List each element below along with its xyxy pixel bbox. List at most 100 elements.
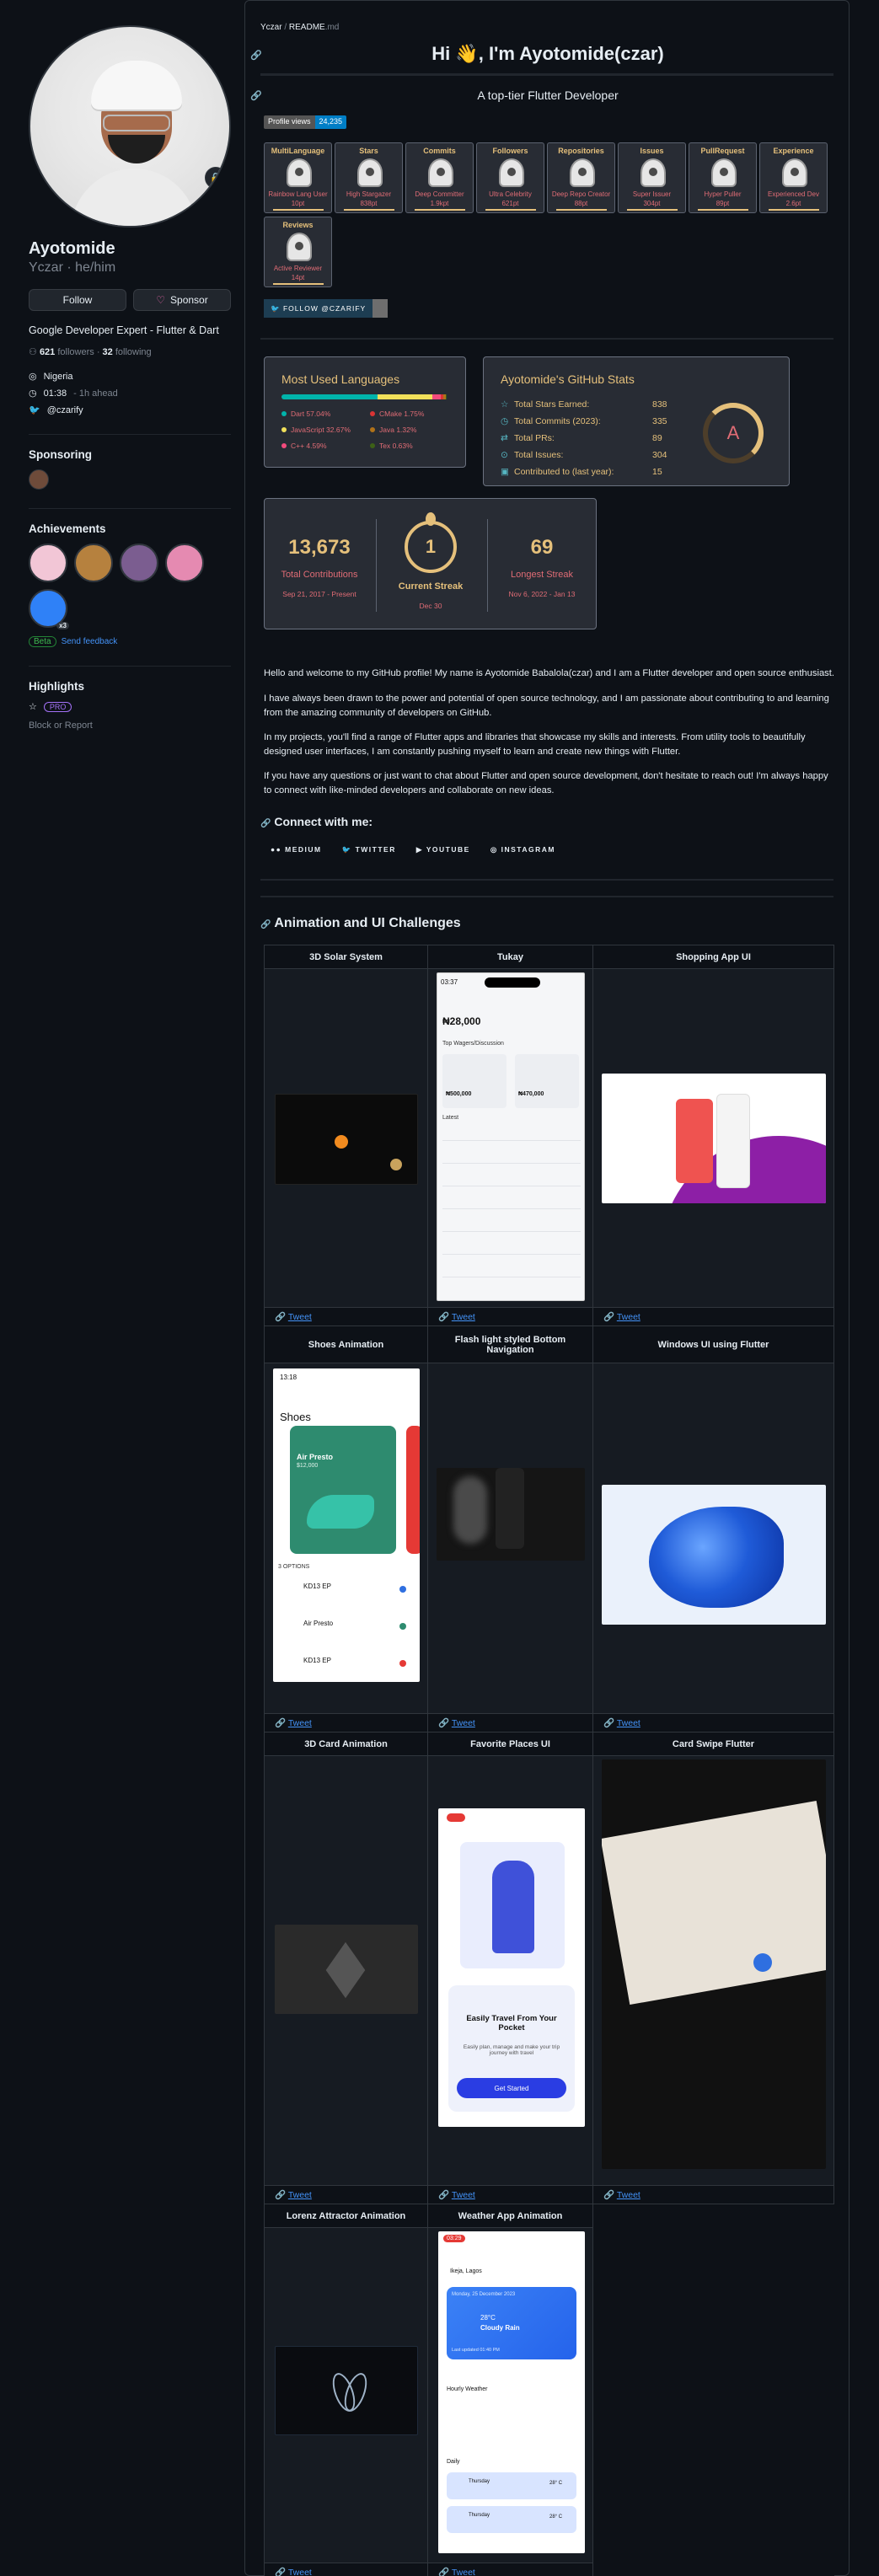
solar-system-preview[interactable] <box>264 968 428 1308</box>
stat-value: 838 <box>652 399 667 410</box>
tweet-link[interactable]: 🔗 Tweet <box>427 1307 593 1326</box>
tweet-link[interactable]: 🔗 Tweet <box>427 2563 593 2576</box>
trophy-card: PullRequest Hyper Puller 89pt <box>689 142 757 213</box>
send-feedback-link[interactable]: Send feedback <box>62 637 118 646</box>
lorenz-attractor-preview[interactable] <box>264 2227 428 2563</box>
trophy-rank: Rainbow Lang User <box>268 190 328 198</box>
trophy-points: 88pt <box>574 200 588 207</box>
local-time-row: ◷ 01:38- 1h ahead <box>29 388 118 399</box>
achievements-heading: Achievements <box>29 508 231 535</box>
weather-app-preview[interactable]: 03:29 Ikeja, Lagos Monday, 25 December 2… <box>427 2227 593 2563</box>
trophy-points: 621pt <box>501 200 519 207</box>
achievement-badge[interactable]: x3 <box>29 589 69 629</box>
follow-button[interactable]: Follow <box>29 289 126 311</box>
cell-title: 3D Solar System <box>264 945 428 969</box>
status-emoji-icon[interactable]: 🔒 <box>205 167 227 189</box>
language-item: C++ 4.59% <box>281 442 370 450</box>
link-icon[interactable]: 🔗 <box>260 819 271 828</box>
tweet-link[interactable]: 🔗 Tweet <box>592 1713 834 1733</box>
location-icon: ◎ <box>29 372 37 382</box>
longest-streak-range: Nov 6, 2022 - Jan 13 <box>508 590 576 598</box>
stat-label: Total Commits (2023): <box>514 416 601 426</box>
windows-ui-preview[interactable] <box>592 1363 834 1714</box>
sponsor-button[interactable]: ♡ Sponsor <box>133 289 231 311</box>
3d-card-preview[interactable] <box>264 1755 428 2186</box>
tweet-link[interactable]: 🔗 Tweet <box>427 1713 593 1733</box>
trophy-icon <box>357 158 383 187</box>
flashlight-nav-preview[interactable] <box>427 1363 593 1714</box>
tweet-link[interactable]: 🔗 Tweet <box>264 2563 428 2576</box>
longest-streak-label: Longest Streak <box>511 570 573 580</box>
twitter-follow-badge[interactable]: 🐦 FOLLOW @CZARIFY <box>264 299 389 318</box>
profile-sidebar: 🔒 Ayotomide Yczar · he/him Follow ♡ Spons… <box>29 25 231 731</box>
favorite-places-preview[interactable]: Easily Travel From Your Pocket Easily pl… <box>427 1755 593 2186</box>
cell-title: Lorenz Attractor Animation <box>264 2204 428 2228</box>
achievement-badge[interactable] <box>120 544 158 582</box>
profile-name: Ayotomide <box>29 239 115 258</box>
heart-icon: ♡ <box>156 294 166 306</box>
trophy-title: Followers <box>492 147 528 155</box>
trophy-icon <box>499 158 524 187</box>
trophy-icon <box>570 158 595 187</box>
trophy-points: 304pt <box>643 200 661 207</box>
intro-paragraph: If you have any questions or just want t… <box>264 771 828 796</box>
language-dot <box>281 443 287 448</box>
youtube-link[interactable]: ▶ YOUTUBE <box>409 840 477 860</box>
card-swipe-preview[interactable] <box>592 1755 834 2186</box>
get-started-button: Get Started <box>457 2078 566 2098</box>
animations-table: 3D Solar System Tukay Shopping App UI 03… <box>264 945 834 2576</box>
shoes-animation-preview[interactable]: 13:18 Shoes Air Presto $12,000 3 OPTIONS… <box>264 1363 428 1714</box>
tukay-preview[interactable]: 03:37 ₦28,000 Top Wagers/Discussion ₦500… <box>427 968 593 1308</box>
trophy-rank: Active Reviewer <box>273 265 323 272</box>
block-report-link[interactable]: Block or Report <box>29 720 231 731</box>
tweet-link[interactable]: 🔗 Tweet <box>264 1307 428 1326</box>
achievement-badges: x3 <box>29 544 206 629</box>
achievement-badge[interactable] <box>74 544 113 582</box>
stat-value: 15 <box>652 467 662 477</box>
trophy-rank: Deep Committer <box>415 190 464 198</box>
twitter-link[interactable]: 🐦 TWITTER <box>335 840 403 860</box>
stats-title: Ayotomide's GitHub Stats <box>501 372 635 386</box>
instagram-link[interactable]: ◎ INSTAGRAM <box>483 840 562 860</box>
total-contributions-value: 13,673 <box>288 536 351 559</box>
trophy-points: 14pt <box>291 274 305 281</box>
trophy-title: Stars <box>359 147 378 155</box>
trophy-points: 10pt <box>291 200 305 207</box>
tweet-link[interactable]: 🔗 Tweet <box>592 1307 834 1326</box>
language-item: CMake 1.75% <box>370 410 458 418</box>
achievement-badge[interactable] <box>29 544 67 582</box>
cell-title: Shoes Animation <box>264 1325 428 1363</box>
avatar[interactable]: 🔒 <box>29 25 231 228</box>
tweet-link[interactable]: 🔗 Tweet <box>592 2185 834 2204</box>
star-icon: ☆ <box>29 702 37 712</box>
tweet-link[interactable]: 🔗 Tweet <box>427 2185 593 2204</box>
languages-title: Most Used Languages <box>281 372 400 386</box>
trophy-title: Repositories <box>558 147 604 155</box>
achievement-badge[interactable] <box>165 544 204 582</box>
language-item: Java 1.32% <box>370 426 458 434</box>
language-segment <box>445 394 447 399</box>
stat-value: 304 <box>652 450 667 460</box>
people-icon: ⚇ <box>29 347 37 357</box>
stat-icon: ☆ <box>501 399 509 410</box>
link-icon[interactable]: 🔗 <box>260 920 271 929</box>
medium-link[interactable]: ●● MEDIUM <box>264 840 329 860</box>
stat-label: Total Issues: <box>514 450 564 460</box>
followers-link[interactable]: 621 followers <box>40 347 94 357</box>
social-links: ●● MEDIUM 🐦 TWITTER ▶ YOUTUBE ◎ INSTAGRA… <box>264 840 562 860</box>
stat-row: ⊙ Total Issues: 304 <box>501 450 720 460</box>
following-link[interactable]: 32 following <box>103 347 152 357</box>
streak-card: 13,673 Total Contributions Sep 21, 2017 … <box>264 498 597 629</box>
sponsored-avatar[interactable] <box>29 469 49 490</box>
twitter-row[interactable]: 🐦 @czarify <box>29 404 231 416</box>
stat-icon: ◷ <box>501 416 509 426</box>
trophy-points: 838pt <box>360 200 378 207</box>
cell-title: Flash light styled Bottom Navigation <box>427 1325 593 1363</box>
beta-label: Beta <box>29 636 56 647</box>
tweet-link[interactable]: 🔗 Tweet <box>264 1713 428 1733</box>
tweet-link[interactable]: 🔗 Tweet <box>264 2185 428 2204</box>
shopping-app-preview[interactable] <box>592 968 834 1308</box>
trophy-card: MultiLanguage Rainbow Lang User 10pt <box>264 142 332 213</box>
stat-row: ⇄ Total PRs: 89 <box>501 433 720 443</box>
stat-label: Total PRs: <box>514 433 555 443</box>
